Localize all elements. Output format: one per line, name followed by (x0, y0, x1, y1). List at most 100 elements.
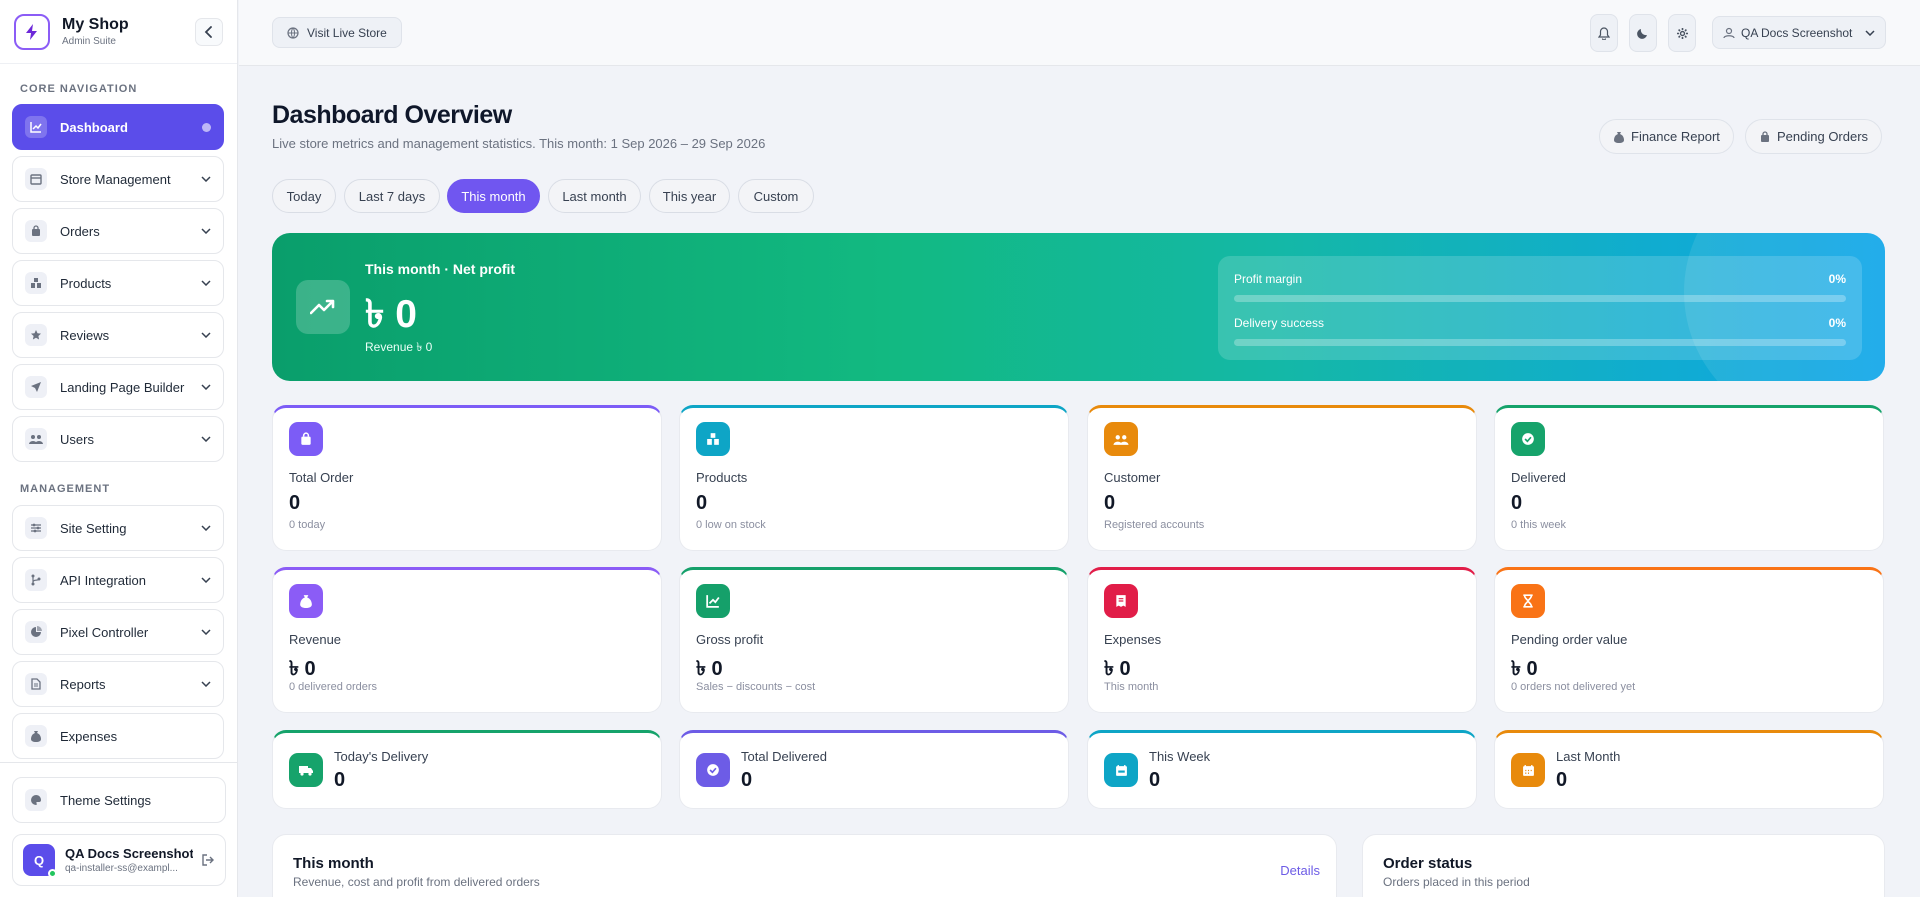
stat-label: Products (696, 470, 748, 485)
sidebar-item-products[interactable]: Products (12, 260, 224, 306)
chevron-down-icon (201, 577, 211, 583)
mini-card-last-month[interactable]: Last Month 0 (1494, 730, 1884, 809)
delivery-success-bar (1234, 339, 1846, 346)
details-link[interactable]: Details (1280, 863, 1320, 878)
sidebar-item-label: Pixel Controller (60, 624, 149, 640)
topbar: Visit Live Store QA Docs Screenshot (239, 0, 1920, 66)
chevron-down-icon (201, 681, 211, 687)
delivery-success-value: 0% (1828, 316, 1846, 330)
sidebar-item-landing-page-builder[interactable]: Landing Page Builder (12, 364, 224, 410)
boxes-icon (696, 422, 730, 456)
sidebar-item-reports[interactable]: Reports (12, 661, 224, 707)
mini-stat-label: Today's Delivery (334, 749, 429, 764)
sidebar: My Shop Admin Suite CORE NAVIGATION Dash… (0, 0, 238, 897)
stat-card-expenses[interactable]: Expenses ৳ 0 This month (1087, 567, 1477, 713)
stat-card-revenue[interactable]: Revenue ৳ 0 0 delivered orders (272, 567, 662, 713)
stat-subtext: Registered accounts (1104, 519, 1205, 531)
order-status-panel: Order status Orders placed in this perio… (1362, 834, 1885, 897)
filter-custom[interactable]: Custom (738, 179, 814, 213)
mini-stat-label: Total Delivered (741, 749, 827, 764)
chevron-down-icon (1865, 29, 1875, 36)
user-icon (1723, 27, 1735, 39)
palette-icon (25, 789, 47, 811)
money-bag-icon (289, 584, 323, 618)
sidebar-item-dashboard[interactable]: Dashboard (12, 104, 224, 150)
revenue-summary: Revenue ৳ 0 (365, 340, 433, 354)
sidebar-item-label: Users (60, 431, 94, 447)
theme-settings-button[interactable]: Theme Settings (12, 777, 226, 823)
user-profile-card[interactable]: Q QA Docs Screenshot qa-installer-ss@exa… (12, 834, 226, 886)
sidebar-item-label: Reviews (60, 327, 110, 343)
stat-card-customer[interactable]: Customer 0 Registered accounts (1087, 405, 1477, 551)
sidebar-item-api-integration[interactable]: API Integration (12, 557, 224, 603)
delivery-success-metric: Delivery success 0% (1234, 316, 1846, 346)
finance-report-button[interactable]: Finance Report (1599, 119, 1734, 154)
management-heading: MANAGEMENT (20, 483, 111, 495)
filter-last-month[interactable]: Last month (548, 179, 641, 213)
sidebar-item-expenses[interactable]: Expenses (12, 713, 224, 759)
mini-stat-label: Last Month (1556, 749, 1621, 764)
sidebar-item-store-management[interactable]: Store Management (12, 156, 224, 202)
sidebar-item-label: Orders (60, 223, 100, 239)
mini-card-total-delivered[interactable]: Total Delivered 0 (679, 730, 1069, 809)
core-navigation-heading: CORE NAVIGATION (20, 83, 138, 95)
panel-subtitle: Revenue, cost and profit from delivered … (293, 875, 540, 889)
account-menu-button[interactable]: QA Docs Screenshot (1712, 16, 1886, 49)
stat-card-products[interactable]: Products 0 0 low on stock (679, 405, 1069, 551)
stat-label: Delivered (1511, 470, 1566, 485)
mini-stat-value: 0 (1149, 769, 1161, 791)
panel-title: This month (293, 855, 374, 872)
collapse-sidebar-button[interactable] (195, 17, 223, 46)
store-icon (25, 168, 47, 190)
pie-chart-icon (25, 621, 47, 643)
shopping-bag-icon (25, 220, 47, 242)
filter-this-month[interactable]: This month (447, 179, 540, 213)
profit-margin-bar (1234, 295, 1846, 302)
sidebar-item-label: Dashboard (60, 119, 128, 135)
dark-mode-toggle[interactable] (1629, 14, 1657, 52)
stat-card-total-order[interactable]: Total Order 0 0 today (272, 405, 662, 551)
stat-value: 0 (1511, 492, 1523, 514)
visit-live-store-button[interactable]: Visit Live Store (272, 17, 402, 48)
stat-card-pending-order-value[interactable]: Pending order value ৳ 0 0 orders not del… (1494, 567, 1884, 713)
shopping-bag-icon (289, 422, 323, 456)
settings-button[interactable] (1668, 14, 1696, 52)
chevron-down-icon (201, 176, 211, 182)
mini-card-this-week[interactable]: This Week 0 (1087, 730, 1477, 809)
filter-this-year[interactable]: This year (649, 179, 730, 213)
money-bag-icon (1613, 131, 1625, 143)
sidebar-item-users[interactable]: Users (12, 416, 224, 462)
mini-card-todays-delivery[interactable]: Today's Delivery 0 (272, 730, 662, 809)
sliders-icon (25, 517, 47, 539)
mini-stat-value: 0 (741, 769, 753, 791)
net-profit-hero: This month · Net profit ৳ 0 Revenue ৳ 0 … (272, 233, 1885, 381)
sidebar-item-label: API Integration (60, 572, 146, 588)
stat-subtext: 0 delivered orders (289, 681, 378, 693)
bolt-logo-icon[interactable] (14, 13, 50, 50)
stat-label: Gross profit (696, 632, 764, 647)
file-icon (25, 673, 47, 695)
logout-icon[interactable] (201, 853, 215, 867)
stat-subtext: 0 today (289, 519, 326, 531)
stat-label: Pending order value (1511, 632, 1628, 647)
sidebar-item-label: Products (60, 275, 112, 291)
sidebar-item-orders[interactable]: Orders (12, 208, 224, 254)
pending-orders-button[interactable]: Pending Orders (1745, 119, 1883, 154)
stat-label: Customer (1104, 470, 1161, 485)
calendar-week-icon (1104, 753, 1138, 787)
filter-today[interactable]: Today (272, 179, 336, 213)
stat-subtext: 0 this week (1511, 519, 1567, 531)
sidebar-item-reviews[interactable]: Reviews (12, 312, 224, 358)
profit-margin-label: Profit margin (1234, 272, 1303, 286)
filter-last-7-days[interactable]: Last 7 days (344, 179, 440, 213)
stat-value: 0 (289, 492, 301, 514)
stat-card-gross-profit[interactable]: Gross profit ৳ 0 Sales − discounts − cos… (679, 567, 1069, 713)
sidebar-item-site-setting[interactable]: Site Setting (12, 505, 224, 551)
mini-stat-label: This Week (1149, 749, 1211, 764)
bell-icon (1598, 26, 1610, 40)
sidebar-item-pixel-controller[interactable]: Pixel Controller (12, 609, 224, 655)
stat-card-delivered[interactable]: Delivered 0 0 this week (1494, 405, 1884, 551)
notifications-button[interactable] (1590, 14, 1618, 52)
avatar: Q (23, 844, 57, 878)
page-title: Dashboard Overview (272, 101, 512, 129)
